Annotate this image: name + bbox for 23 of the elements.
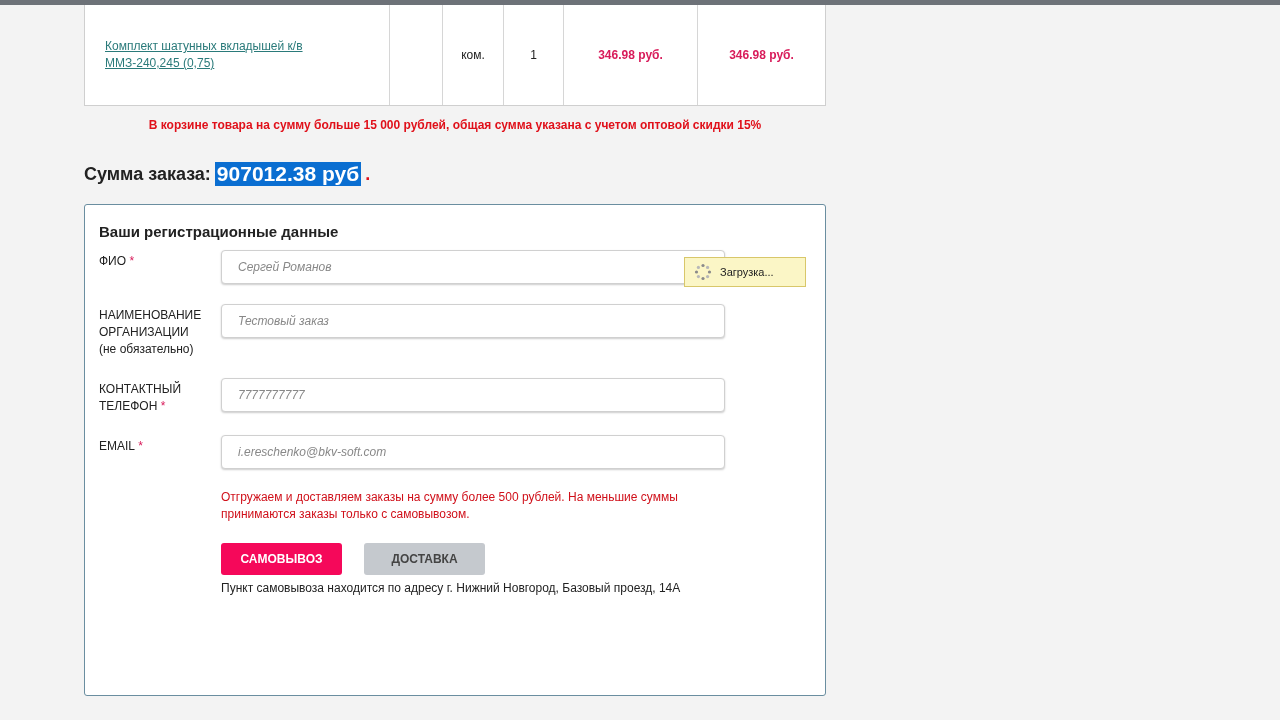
- field-label: EMAIL *: [99, 438, 145, 455]
- field-label: ФИО *: [99, 253, 136, 270]
- input-field[interactable]: 7777777777: [221, 378, 725, 412]
- input-field[interactable]: Тестовый заказ: [221, 304, 725, 338]
- order-total-amount: 907012.38 руб: [214, 162, 362, 186]
- section-title: Ваши регистрационные данные: [99, 223, 340, 240]
- table-cell: ком.: [461, 48, 485, 62]
- field-hint: (не обязательно): [99, 341, 195, 358]
- delivery-option-button[interactable]: ДОСТАВКА: [364, 543, 485, 575]
- delivery-option-button[interactable]: САМОВЫВОЗ: [221, 543, 342, 575]
- pickup-address: Пункт самовывоза находится по адресу г. Нижний Новгород, Базовый проезд, 14А: [221, 581, 682, 595]
- total-cell: 346.98 руб.: [729, 48, 794, 62]
- input-field[interactable]: i.ereschenko@bkv-soft.com: [221, 435, 725, 469]
- product-link[interactable]: Комплект шатунных вкладышей к/в ММЗ-240,245 (0,75): [105, 38, 369, 72]
- table-cell: 1: [530, 48, 537, 62]
- field-label: КОНТАКТНЫЙ ТЕЛЕФОН *: [99, 381, 183, 415]
- period-text: .: [365, 163, 371, 185]
- shipping-note: Отгружаем и доставляем заказы на сумму более 500 рублей. На меньшие суммы принимаются заказы только с самовывозом.: [221, 489, 679, 523]
- field-label: НАИМЕНОВАНИЕ ОРГАНИЗАЦИИ: [99, 307, 203, 341]
- price-cell: 346.98 руб.: [598, 48, 663, 62]
- discount-note: В корзине товара на сумму больше 15 000 рублей, общая сумма указана с учетом оптовой скидки 15%: [147, 118, 763, 132]
- spinner-icon: [694, 263, 712, 281]
- order-total-label: Сумма заказа:: [84, 163, 211, 185]
